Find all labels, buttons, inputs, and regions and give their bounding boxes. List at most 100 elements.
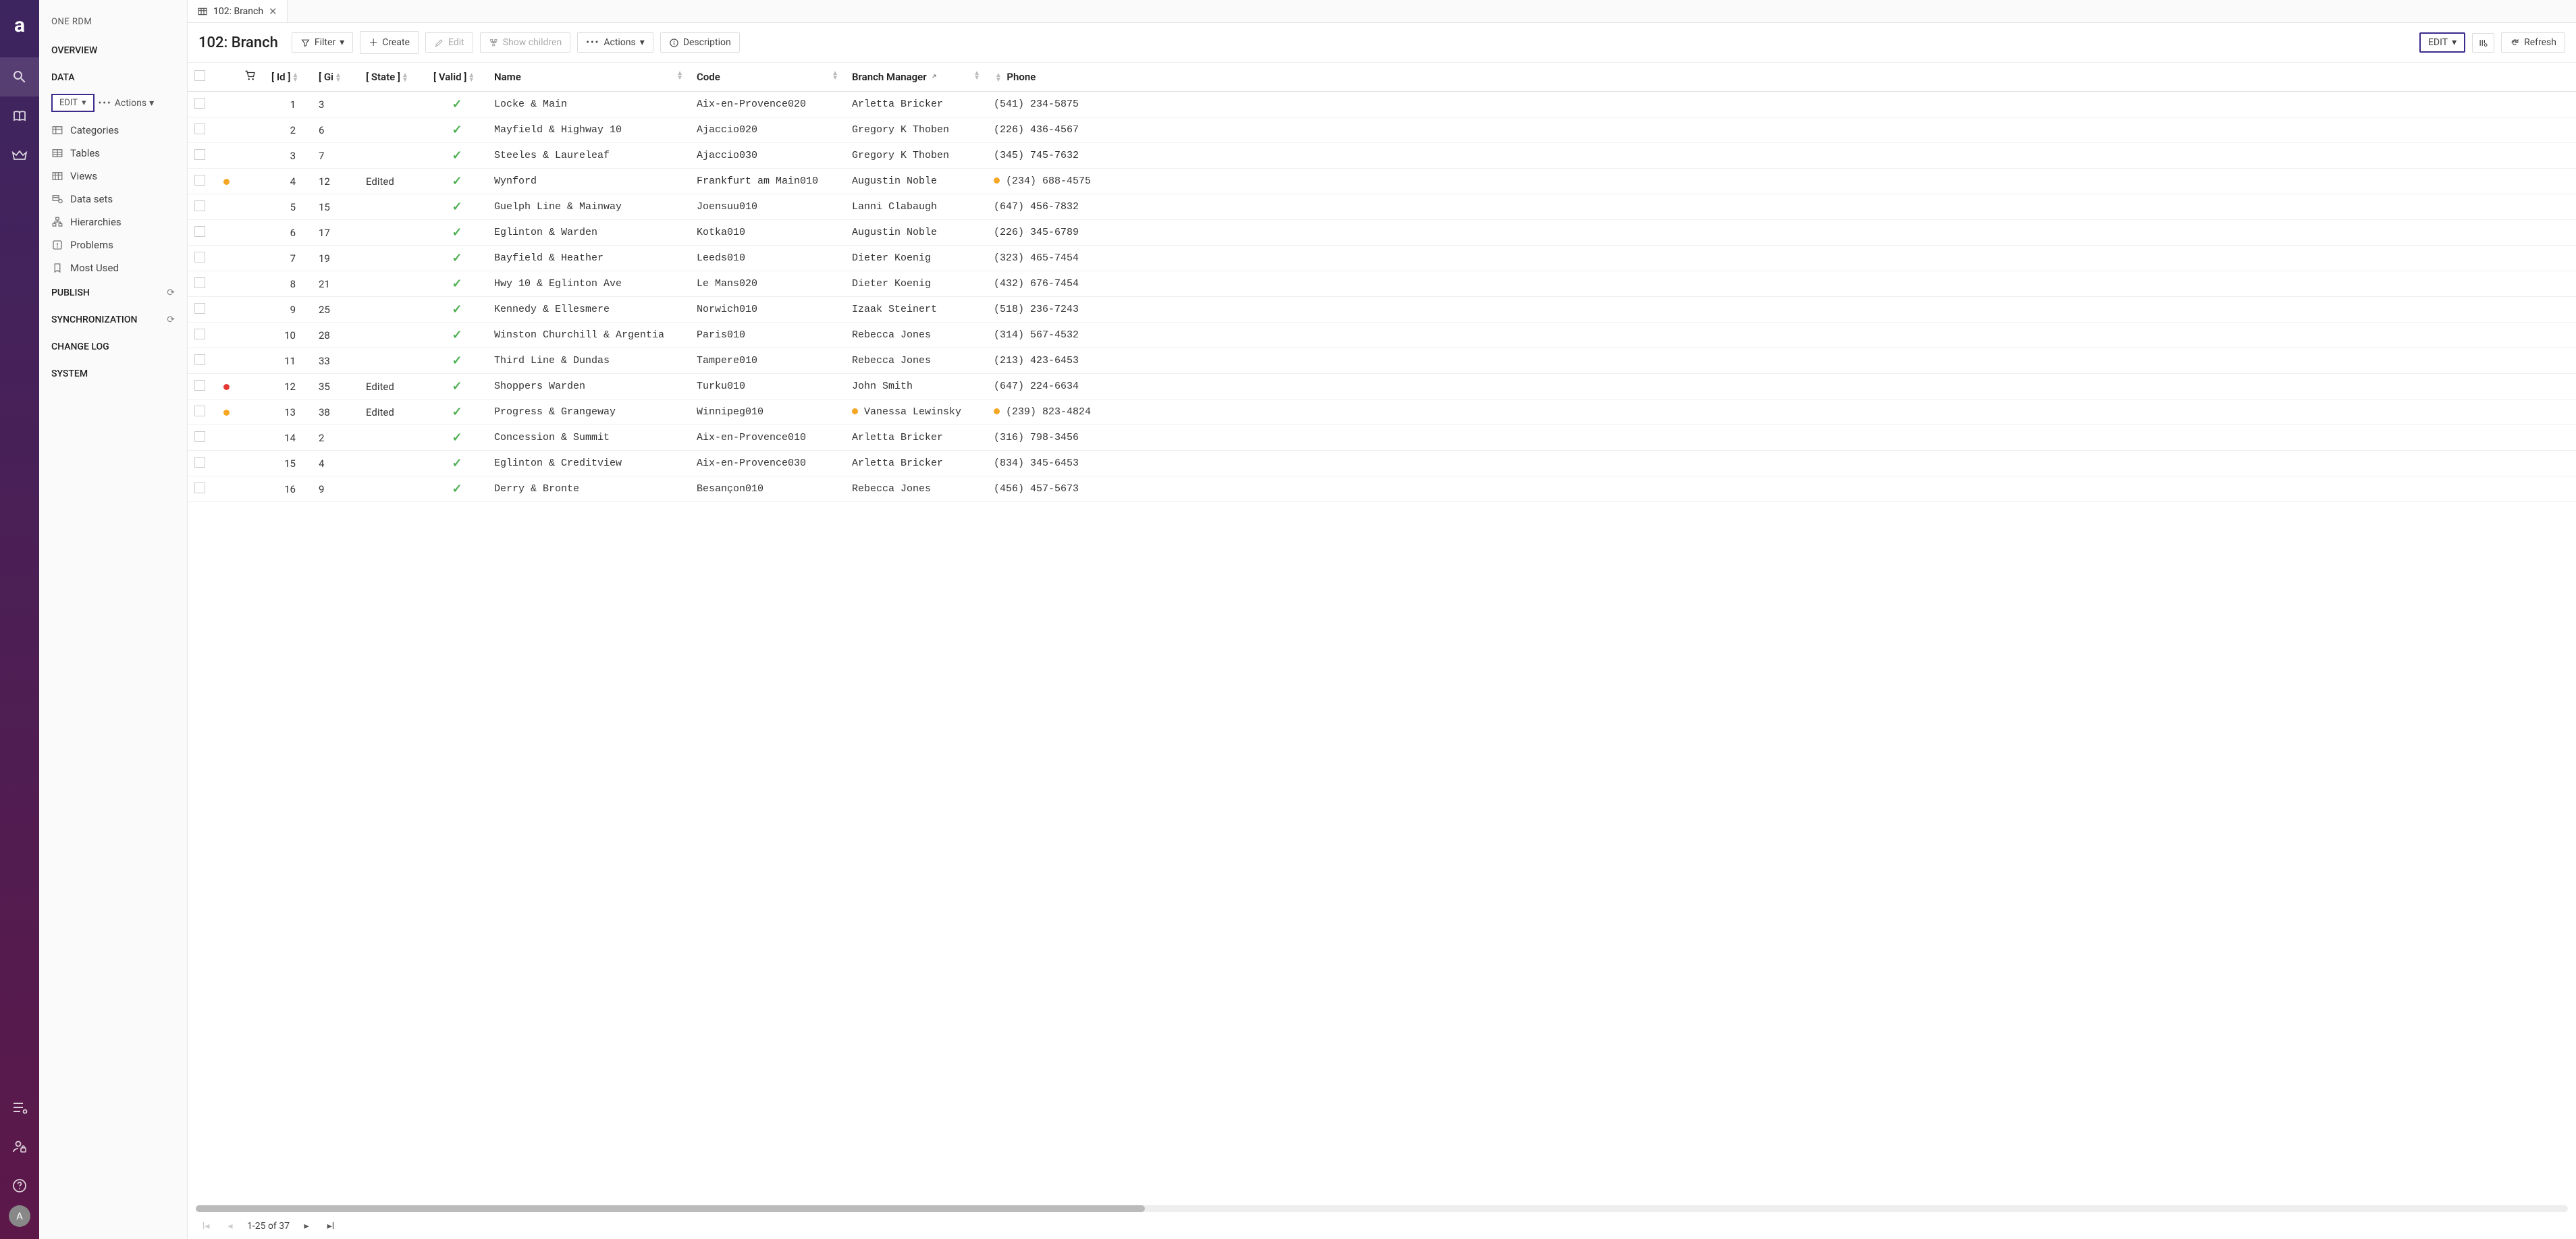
rail-help-icon[interactable]: [0, 1166, 39, 1205]
sidebar-actions-button[interactable]: ••• Actions ▾: [99, 98, 155, 109]
row-checkbox[interactable]: [194, 149, 205, 160]
table-row[interactable]: 719✓Bayfield & HeatherLeeds010Dieter Koe…: [188, 246, 2576, 271]
table-row[interactable]: 515✓Guelph Line & MainwayJoensuu010Lanni…: [188, 194, 2576, 220]
table-row[interactable]: 1235Edited✓Shoppers WardenTurku010John S…: [188, 374, 2576, 400]
table-row[interactable]: 1133✓Third Line & DundasTampere010Rebecc…: [188, 348, 2576, 374]
sidebar-item-categories[interactable]: Categories: [39, 119, 187, 142]
select-all-checkbox[interactable]: [194, 70, 205, 81]
status-dot: [852, 408, 858, 414]
sidebar-item-views[interactable]: Views: [39, 165, 187, 188]
sidebar-section-system[interactable]: SYSTEM: [39, 360, 187, 387]
sidebar-item-tables[interactable]: Tables: [39, 142, 187, 165]
row-checkbox[interactable]: [194, 406, 205, 416]
refresh-button[interactable]: Refresh: [2501, 32, 2565, 53]
data-table: [ Id ]▲▼ [ Gi▲▼ [ State ]▲▼ [ Valid ]▲▼ …: [188, 63, 2576, 502]
check-icon: ✓: [452, 431, 462, 445]
table-row[interactable]: 821✓Hwy 10 & Eglinton AveLe Mans020Diete…: [188, 271, 2576, 297]
show-children-button[interactable]: Show children: [480, 32, 571, 53]
user-avatar[interactable]: A: [9, 1205, 30, 1227]
row-checkbox[interactable]: [194, 200, 205, 211]
row-checkbox[interactable]: [194, 175, 205, 186]
col-state[interactable]: [ State ]: [366, 71, 400, 83]
col-valid[interactable]: [ Valid ]: [433, 71, 466, 83]
row-checkbox[interactable]: [194, 483, 205, 493]
sidebar-section-sync[interactable]: SYNCHRONIZATION ⟳: [39, 306, 187, 333]
pencil-icon: [434, 38, 444, 48]
description-button[interactable]: Description: [660, 32, 740, 53]
sidebar-section-data[interactable]: DATA: [39, 64, 187, 91]
sidebar-item-hierarchies[interactable]: Hierarchies: [39, 211, 187, 233]
col-phone[interactable]: Phone: [1007, 71, 1036, 83]
filter-button[interactable]: Filter ▾: [292, 32, 353, 53]
close-icon[interactable]: ✕: [269, 5, 277, 18]
table-row[interactable]: 142✓Concession & SummitAix-en-Provence01…: [188, 425, 2576, 451]
sidebar-section-publish[interactable]: PUBLISH ⟳: [39, 279, 187, 306]
icon-rail: a A: [0, 0, 39, 1239]
table-row[interactable]: 617✓Eglinton & WardenKotka010Augustin No…: [188, 220, 2576, 246]
row-checkbox[interactable]: [194, 303, 205, 314]
rail-book-icon[interactable]: [0, 97, 39, 136]
create-button[interactable]: ＋ Create: [360, 31, 419, 54]
status-dot: [223, 410, 230, 416]
sidebar-item-label: Hierarchies: [70, 216, 122, 228]
sidebar-item-datasets[interactable]: Data sets: [39, 188, 187, 211]
sidebar-edit-button[interactable]: EDIT ▾: [51, 94, 95, 112]
column-settings-button[interactable]: [2472, 33, 2494, 53]
table-row[interactable]: 1028✓Winston Churchill & ArgentiaParis01…: [188, 323, 2576, 348]
sidebar-actions-label: Actions: [115, 98, 146, 109]
col-gid[interactable]: [ Gi: [319, 71, 333, 83]
table-row[interactable]: 26✓Mayfield & Highway 10Ajaccio020Gregor…: [188, 117, 2576, 143]
check-icon: ✓: [452, 354, 462, 368]
sidebar-section-changelog[interactable]: CHANGE LOG: [39, 333, 187, 360]
table-row[interactable]: 412Edited✓WynfordFrankfurt am Main010Aug…: [188, 169, 2576, 194]
rail-user-lock-icon[interactable]: [0, 1127, 39, 1166]
col-name[interactable]: Name: [494, 71, 521, 83]
row-checkbox[interactable]: [194, 123, 205, 134]
sidebar-item-problems[interactable]: Problems: [39, 233, 187, 256]
col-id[interactable]: [ Id ]: [271, 71, 290, 83]
col-code[interactable]: Code: [697, 71, 720, 83]
table-row[interactable]: 925✓Kennedy & EllesmereNorwich010Izaak S…: [188, 297, 2576, 323]
table-row[interactable]: 1338Edited✓Progress & GrangewayWinnipeg0…: [188, 400, 2576, 425]
table-row[interactable]: 154✓Eglinton & CreditviewAix-en-Provence…: [188, 451, 2576, 476]
pager-first-button[interactable]: I◂: [198, 1219, 213, 1234]
sidebar-item-mostused[interactable]: Most Used: [39, 256, 187, 279]
sidebar: ONE RDM OVERVIEW DATA EDIT ▾ ••• Actions…: [39, 0, 188, 1239]
row-checkbox[interactable]: [194, 354, 205, 365]
table-row[interactable]: 37✓Steeles & LaureleafAjaccio030Gregory …: [188, 143, 2576, 169]
table-row[interactable]: 13✓Locke & MainAix-en-Provence020Arletta…: [188, 92, 2576, 117]
table-scroll[interactable]: [ Id ]▲▼ [ Gi▲▼ [ State ]▲▼ [ Valid ]▲▼ …: [188, 63, 2576, 1205]
rail-search-icon[interactable]: [0, 57, 39, 97]
check-icon: ✓: [452, 482, 462, 496]
sidebar-item-label: Categories: [70, 124, 119, 136]
rail-settings-list-icon[interactable]: [0, 1088, 39, 1127]
row-checkbox[interactable]: [194, 431, 205, 442]
horizontal-scrollbar[interactable]: [196, 1205, 2568, 1212]
actions-button[interactable]: ••• Actions ▾: [577, 32, 653, 53]
bookmark-icon: [51, 262, 63, 274]
refresh-icon: ⟳: [167, 314, 175, 325]
col-manager[interactable]: Branch Manager: [852, 71, 927, 83]
table-icon: [51, 147, 63, 159]
check-icon: ✓: [452, 123, 462, 137]
edit-row-button[interactable]: Edit: [425, 32, 473, 53]
tab-branch[interactable]: 102: Branch ✕: [188, 0, 288, 22]
pager-last-button[interactable]: ▸I: [323, 1219, 338, 1234]
edit-mode-button[interactable]: EDIT ▾: [2419, 32, 2465, 53]
pager-next-button[interactable]: ▸: [299, 1219, 314, 1234]
row-checkbox[interactable]: [194, 457, 205, 468]
check-icon: ✓: [452, 302, 462, 316]
table-row[interactable]: 169✓Derry & BronteBesançon010Rebecca Jon…: [188, 476, 2576, 502]
info-icon: [669, 38, 679, 48]
row-checkbox[interactable]: [194, 380, 205, 391]
row-checkbox[interactable]: [194, 226, 205, 237]
rail-crown-icon[interactable]: [0, 136, 39, 175]
pager-prev-button[interactable]: ◂: [223, 1219, 238, 1234]
row-checkbox[interactable]: [194, 329, 205, 339]
filter-icon: [300, 38, 311, 48]
chevron-down-icon: ▾: [640, 37, 645, 48]
row-checkbox[interactable]: [194, 252, 205, 263]
sidebar-section-overview[interactable]: OVERVIEW: [39, 37, 187, 64]
row-checkbox[interactable]: [194, 277, 205, 288]
row-checkbox[interactable]: [194, 98, 205, 109]
